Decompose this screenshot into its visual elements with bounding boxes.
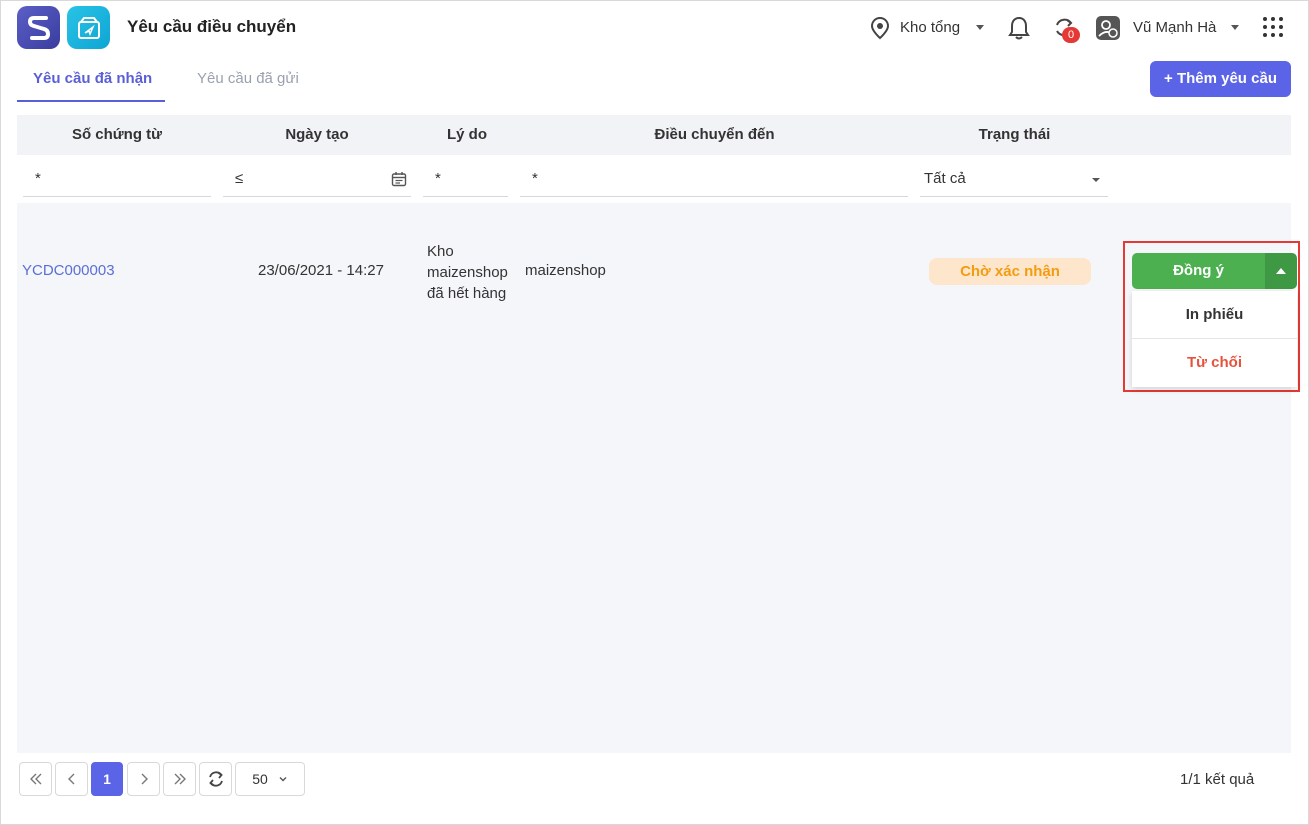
doc-filter-input[interactable]: * — [23, 163, 211, 197]
status-filter-value: Tất cả — [924, 170, 966, 187]
app-header: Yêu cầu điều chuyển Kho tổng 0 Vũ Mạnh H… — [0, 0, 1309, 56]
page-size-select[interactable]: 50 — [235, 762, 305, 796]
column-header-status[interactable]: Trạng thái — [912, 126, 1117, 143]
reason-text: Kho maizenshop đã hết hàng — [427, 241, 508, 304]
page-title: Yêu cầu điều chuyển — [127, 17, 297, 36]
prev-page-button[interactable] — [55, 762, 88, 796]
created-date: 23/06/2021 - 14:27 — [258, 262, 384, 279]
app-logo[interactable] — [17, 6, 60, 49]
action-dropdown-toggle[interactable] — [1265, 253, 1297, 289]
reason-line: đã hết hàng — [427, 285, 507, 302]
filter-row: * ≤ * * Tất cả — [17, 155, 1291, 203]
table-body — [17, 203, 1291, 753]
chevron-left-icon — [67, 773, 74, 785]
column-header-doc[interactable]: Số chứng từ — [17, 126, 217, 143]
status-badge: Chờ xác nhận — [929, 258, 1091, 285]
page-size-value: 50 — [252, 771, 268, 787]
double-chevron-left-icon — [29, 773, 41, 785]
apps-grid-icon[interactable] — [1263, 17, 1283, 37]
reject-menu-item[interactable]: Từ chối — [1132, 339, 1297, 387]
calendar-icon[interactable] — [391, 171, 407, 187]
tab-sent-requests[interactable]: Yêu cầu đã gửi — [197, 70, 299, 87]
column-header-destination[interactable]: Điều chuyển đến — [517, 126, 912, 143]
next-page-button[interactable] — [127, 762, 160, 796]
location-pin-icon[interactable] — [869, 16, 891, 40]
status-filter-select[interactable]: Tất cả — [920, 163, 1108, 197]
table-header: Số chứng từ Ngày tạo Lý do Điều chuyển đ… — [17, 115, 1291, 155]
chevron-down-icon — [1092, 178, 1100, 182]
module-logo[interactable] — [67, 6, 110, 49]
column-header-date[interactable]: Ngày tạo — [217, 126, 417, 143]
transfer-box-icon — [77, 16, 100, 39]
destination-text: maizenshop — [525, 262, 606, 279]
refresh-button[interactable] — [199, 762, 232, 796]
chevron-down-icon[interactable] — [976, 25, 984, 30]
print-menu-item[interactable]: In phiếu — [1132, 291, 1297, 339]
add-request-button[interactable]: + Thêm yêu cầu — [1150, 61, 1291, 97]
reason-line: maizenshop — [427, 264, 508, 281]
user-icon — [1098, 20, 1118, 38]
refresh-icon — [208, 771, 223, 787]
date-filter-input[interactable]: ≤ — [223, 163, 411, 197]
destination-filter-input[interactable]: * — [520, 163, 908, 197]
chevron-right-icon — [141, 773, 148, 785]
column-header-reason[interactable]: Lý do — [417, 126, 517, 143]
chevron-down-icon — [279, 777, 287, 782]
store-selector[interactable]: Kho tổng — [900, 19, 960, 36]
date-filter-operator: ≤ — [235, 170, 244, 187]
reason-filter-input[interactable]: * — [423, 163, 508, 197]
first-page-button[interactable] — [19, 762, 52, 796]
action-dropdown-menu: In phiếu Từ chối — [1132, 291, 1297, 387]
tab-received-requests[interactable]: Yêu cầu đã nhận — [33, 70, 152, 87]
chevron-down-icon[interactable] — [1231, 25, 1239, 30]
user-name[interactable]: Vũ Mạnh Hà — [1133, 19, 1216, 36]
double-chevron-right-icon — [174, 773, 186, 785]
page-button-current[interactable]: 1 — [91, 762, 123, 796]
last-page-button[interactable] — [163, 762, 196, 796]
logo-s-icon — [27, 15, 50, 40]
user-avatar[interactable] — [1096, 16, 1120, 40]
agree-button[interactable]: Đồng ý — [1132, 253, 1265, 289]
active-tab-indicator — [17, 100, 165, 102]
doc-number-link[interactable]: YCDC000003 — [22, 262, 115, 279]
sync-count-badge: 0 — [1062, 27, 1080, 43]
result-count: 1/1 kết quả — [1180, 771, 1255, 788]
caret-up-icon — [1276, 268, 1286, 274]
reason-line: Kho — [427, 243, 454, 260]
bell-icon[interactable] — [1007, 15, 1031, 41]
